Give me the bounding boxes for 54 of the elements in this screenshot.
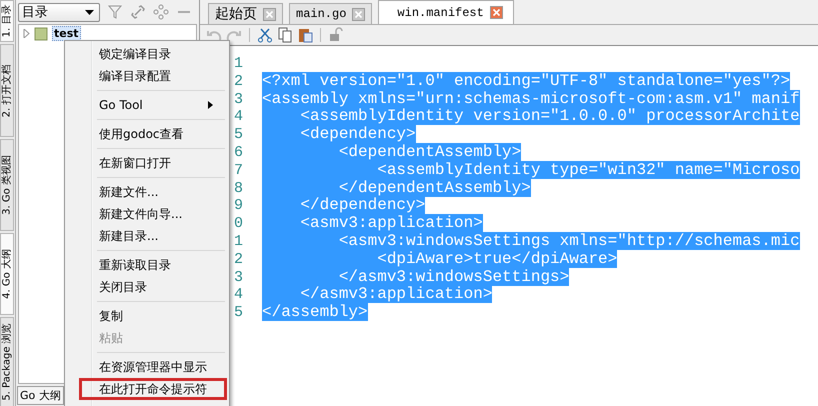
- line-number: 2: [234, 72, 244, 91]
- caret-icon: [85, 10, 94, 14]
- paste-icon[interactable]: [297, 27, 313, 43]
- move-icon[interactable]: [153, 4, 169, 20]
- menu-item[interactable]: 编译目录配置: [67, 65, 227, 87]
- menu-item[interactable]: Go Tool: [67, 94, 227, 116]
- line-number: 1: [234, 55, 244, 73]
- outline-button[interactable]: Go 大纲: [17, 386, 64, 404]
- line-number: 5: [234, 126, 244, 144]
- expand-arrow-icon[interactable]: [23, 29, 30, 38]
- side-tab[interactable]: 2. 打开文档: [0, 44, 14, 137]
- side-tab[interactable]: 4. Go 大纲: [0, 233, 14, 315]
- folder-dropdown[interactable]: 目录: [18, 2, 100, 22]
- menu-item[interactable]: 在此打开命令提示符: [79, 378, 227, 400]
- line-number: 5: [234, 304, 244, 322]
- menu-item[interactable]: 复制: [67, 305, 227, 327]
- copy-icon[interactable]: [277, 27, 293, 43]
- menu-item[interactable]: 新建文件...: [67, 181, 227, 203]
- menu-item[interactable]: 锁定编译目录: [67, 43, 227, 65]
- menu-item[interactable]: 在资源管理器中显示: [67, 356, 227, 378]
- line-number: 4: [234, 108, 244, 126]
- menu-item[interactable]: 新建文件向导...: [67, 203, 227, 225]
- redo-icon[interactable]: [226, 28, 242, 42]
- close-icon[interactable]: [490, 6, 503, 19]
- line-number: 8: [234, 180, 244, 198]
- side-tab[interactable]: 5. Package 浏览: [0, 317, 14, 406]
- scissors-icon[interactable]: [257, 27, 273, 43]
- menu-item[interactable]: 在新窗口打开: [67, 152, 227, 174]
- close-icon[interactable]: [263, 8, 276, 20]
- line-number: 6: [234, 144, 244, 162]
- submenu-arrow-icon: [208, 101, 213, 109]
- editor-tab[interactable]: 起始页: [208, 3, 283, 24]
- tree-item[interactable]: test: [52, 26, 81, 41]
- folder-icon: [34, 26, 48, 40]
- menu-item[interactable]: 关闭目录: [67, 276, 227, 298]
- line-number: 3: [234, 90, 244, 108]
- line-number: 4: [234, 286, 244, 304]
- line-number: 9: [234, 197, 244, 216]
- line-number: 7: [234, 162, 244, 180]
- lock-icon[interactable]: [328, 27, 344, 43]
- filter-icon[interactable]: [107, 4, 123, 20]
- line-number: 2: [234, 250, 244, 269]
- menu-item[interactable]: 新建目录...: [67, 225, 227, 247]
- line-number: 0: [234, 215, 244, 233]
- close-icon[interactable]: [352, 8, 366, 20]
- line-number: 3: [234, 268, 244, 286]
- menu-item[interactable]: 使用godoc查看: [67, 123, 227, 145]
- line-number: 1: [234, 232, 244, 251]
- editor-tab[interactable]: win.manifest: [378, 0, 514, 24]
- side-tab[interactable]: 1. 目录: [0, 0, 14, 42]
- undo-icon[interactable]: [206, 28, 222, 42]
- menu-item[interactable]: 重新读取目录: [67, 254, 227, 276]
- side-tab[interactable]: 3. Go 类视图: [0, 139, 14, 231]
- editor-tab[interactable]: main.go: [289, 3, 372, 24]
